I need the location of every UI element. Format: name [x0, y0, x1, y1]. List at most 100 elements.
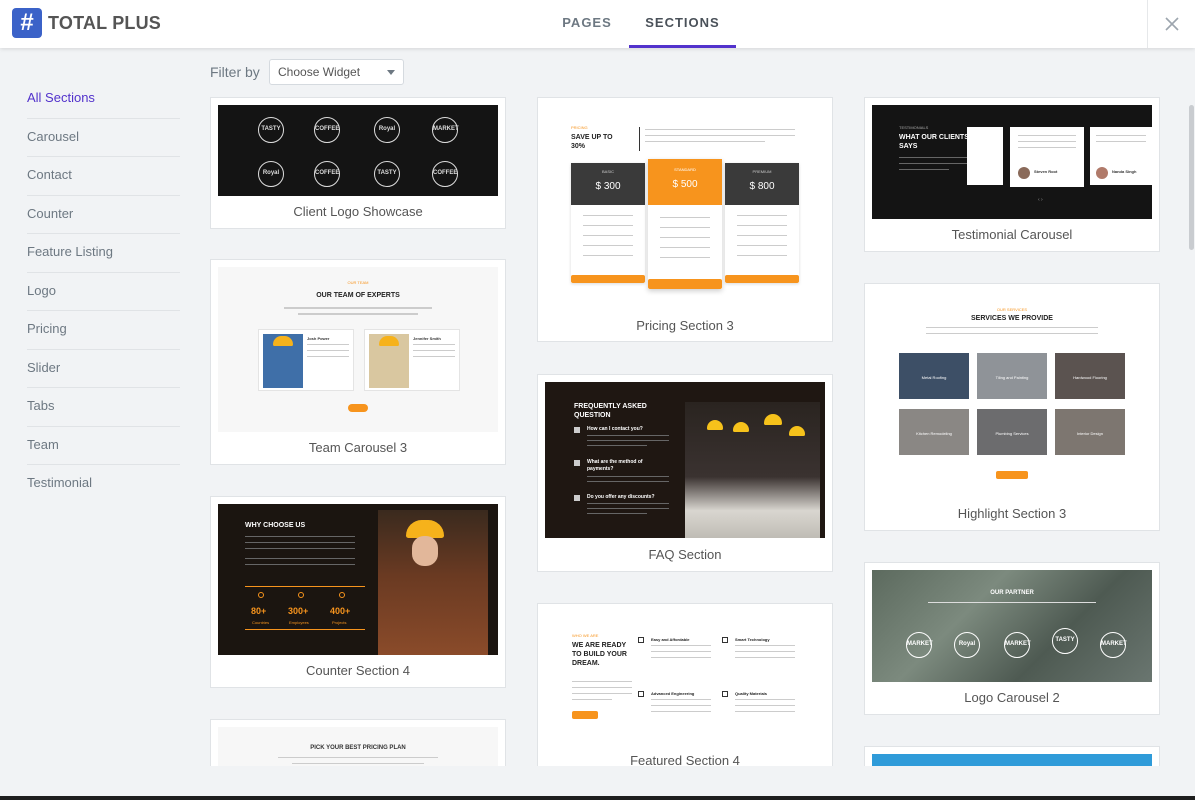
- testimonial-card: [967, 127, 1003, 185]
- testimonial-tag: TESTIMONIALS: [899, 125, 929, 130]
- highlight-preview: OUR SERVICES SERVICES WE PROVIDE Metal R…: [872, 291, 1152, 498]
- faq-icon: [574, 495, 580, 501]
- hashtag-logo-icon: #: [12, 8, 42, 38]
- service-label: Tiling and Painting: [995, 375, 1029, 380]
- plan-feature: [660, 257, 710, 258]
- sidebar-item-tabs[interactable]: Tabs: [27, 388, 180, 427]
- sidebar-item-carousel[interactable]: Carousel: [27, 119, 180, 157]
- plan-feature: [583, 215, 633, 216]
- client-logo-3: Royal: [374, 117, 400, 143]
- category-sidebar: All Sections Carousel Contact Counter Fe…: [27, 80, 180, 504]
- sidebar-item-testimonial[interactable]: Testimonial: [27, 465, 180, 504]
- faq-preview: FREQUENTLY ASKED QUESTION How can I cont…: [545, 382, 825, 538]
- client-logo-8: COFFEE: [432, 161, 458, 187]
- pricing-desc-line: [645, 129, 795, 130]
- plan-name: BASIC: [601, 169, 614, 174]
- sidebar-item-logo[interactable]: Logo: [27, 273, 180, 311]
- chevron-down-icon: [387, 70, 395, 75]
- team-member-name: Jennifer Smith: [413, 336, 441, 341]
- client-logo-7: TASTY: [374, 161, 400, 187]
- feature-desc-line: [651, 651, 711, 652]
- plan-name: PREMIUM: [752, 169, 772, 174]
- counter-desc-line: [245, 548, 355, 549]
- sidebar-item-all-sections[interactable]: All Sections: [27, 80, 180, 119]
- section-card-client-logo[interactable]: TASTY COFFEE Royal MARKET Royal COFFEE T…: [210, 97, 506, 229]
- plan-feature: [737, 245, 787, 246]
- faq-icon: [574, 460, 580, 466]
- feature-title: Smart Technology: [735, 637, 770, 642]
- plan-feature: [737, 215, 787, 216]
- sidebar-item-counter[interactable]: Counter: [27, 196, 180, 234]
- section-card-counter[interactable]: WHY CHOOSE US 80+ 300+ 400+ Countries Em…: [210, 496, 506, 688]
- sidebar-item-contact[interactable]: Contact: [27, 157, 180, 196]
- testimonial-desc-line: [899, 157, 969, 158]
- feature-desc-line: [651, 699, 711, 700]
- section-card-pricing[interactable]: PRICING SAVE UP TO 30% BASIC $ 300 STAND…: [537, 97, 833, 342]
- feature-desc-line: [735, 651, 795, 652]
- widget-filter-select[interactable]: Choose Widget: [269, 59, 404, 85]
- card-title: Client Logo Showcase: [293, 204, 423, 219]
- feature-icon: [638, 637, 644, 643]
- tab-pages[interactable]: PAGES: [553, 0, 621, 48]
- team-member-text: [307, 344, 349, 345]
- counter-desc-line: [245, 558, 355, 559]
- feature-icon: [722, 637, 728, 643]
- featured-preview: WHO WE ARE WE ARE READY TO BUILD YOUR DR…: [545, 611, 825, 764]
- sidebar-item-slider[interactable]: Slider: [27, 350, 180, 388]
- close-button[interactable]: [1147, 0, 1195, 48]
- testimonial-text: [1096, 141, 1146, 142]
- section-card-team-carousel[interactable]: OUR TEAM OUR TEAM OF EXPERTS Josh Power …: [210, 259, 506, 465]
- tab-sections[interactable]: SECTIONS: [629, 0, 736, 48]
- pricing-plan-premium: PREMIUM $ 800: [725, 163, 799, 283]
- sidebar-item-pricing[interactable]: Pricing: [27, 311, 180, 350]
- faq-heading: FREQUENTLY ASKED QUESTION: [574, 403, 647, 419]
- service-label: Kitchen Remodeling: [916, 431, 952, 436]
- plan-feature: [660, 237, 710, 238]
- team-tag: OUR TEAM: [347, 280, 369, 285]
- client-logo-5: Royal: [258, 161, 284, 187]
- pricing-plan-heading: PICK YOUR BEST PRICING PLAN: [310, 745, 406, 751]
- partner-logo-2: Royal: [954, 632, 980, 658]
- plan-feature: [737, 225, 787, 226]
- plan-buy-button: [648, 279, 722, 289]
- service-label: Plumbing Services: [995, 431, 1029, 436]
- team-member-card: Josh Power: [258, 329, 354, 391]
- section-card-faq[interactable]: FREQUENTLY ASKED QUESTION How can I cont…: [537, 374, 833, 572]
- partner-logo-1: MARKET: [906, 632, 933, 658]
- faq-answer-line: [587, 513, 647, 514]
- plan-feature: [583, 245, 633, 246]
- section-card-featured[interactable]: WHO WE ARE WE ARE READY TO BUILD YOUR DR…: [537, 603, 833, 779]
- feature-desc-line: [651, 645, 711, 646]
- feature-icon: [722, 691, 728, 697]
- section-card-testimonial[interactable]: TESTIMONIALS WHAT OUR CLIENTS SAYS Steve…: [864, 97, 1160, 252]
- pricing-divider: [639, 127, 640, 151]
- plan-feature: [583, 235, 633, 236]
- faq-answer-line: [587, 508, 669, 509]
- highlight-desc-line: [926, 333, 1098, 334]
- sidebar-item-team[interactable]: Team: [27, 427, 180, 465]
- team-member-text: [413, 356, 455, 357]
- faq-answer-line: [587, 481, 669, 482]
- pricing-plan-basic: BASIC $ 300: [571, 163, 645, 283]
- pricing-plan-standard: STANDARD $ 500: [648, 159, 722, 289]
- section-card-logo-carousel[interactable]: OUR PARTNER MARKET Royal MARKET TASTY MA…: [864, 562, 1160, 715]
- testimonial-text: [1018, 135, 1076, 136]
- engineer-helmet: [707, 420, 723, 430]
- plan-feature: [737, 235, 787, 236]
- team-member-helmet: [273, 336, 293, 346]
- testimonial-preview: TESTIMONIALS WHAT OUR CLIENTS SAYS Steve…: [872, 105, 1152, 219]
- scrollbar-thumb[interactable]: [1189, 105, 1194, 250]
- testimonial-avatar: [1018, 167, 1030, 179]
- plan-buy-button: [571, 275, 645, 283]
- engineers-image: [685, 402, 820, 538]
- worker-face: [412, 536, 438, 566]
- stat-icon: [258, 592, 264, 598]
- team-heading: OUR TEAM OF EXPERTS: [316, 292, 400, 299]
- stat-label: Employees: [289, 620, 309, 625]
- testimonial-name: Steven Root: [1034, 169, 1058, 174]
- logo-carousel-heading: OUR PARTNER: [990, 590, 1034, 596]
- section-card-highlight[interactable]: OUR SERVICES SERVICES WE PROVIDE Metal R…: [864, 283, 1160, 531]
- sidebar-item-feature-listing[interactable]: Feature Listing: [27, 234, 180, 273]
- stat-label: Projects: [332, 620, 347, 625]
- pricing-desc-line: [645, 141, 765, 142]
